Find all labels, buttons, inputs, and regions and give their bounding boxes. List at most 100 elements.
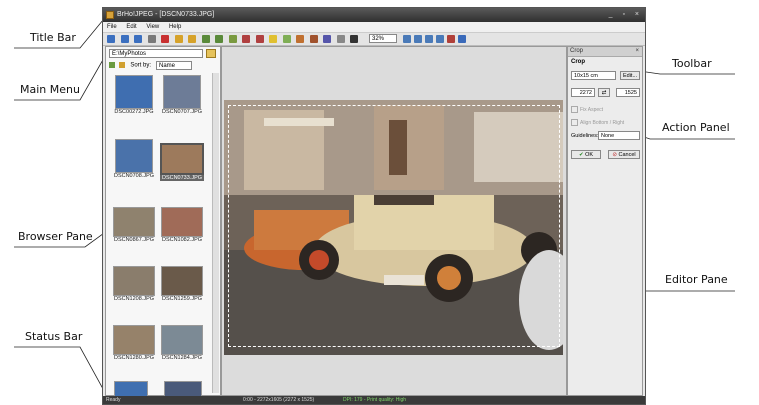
refresh-icon[interactable] [109, 62, 115, 68]
menu-edit[interactable]: Edit [122, 22, 140, 32]
color-icon[interactable] [296, 35, 304, 43]
rotate-left-icon[interactable] [174, 35, 183, 43]
guidelines-select[interactable]: None [598, 131, 640, 140]
thumbnail-label: DSCN1284.JPG [161, 355, 203, 361]
ok-button-label: OK [585, 152, 594, 158]
browser-scrollbar[interactable] [212, 73, 219, 393]
zoom-out-icon[interactable] [414, 35, 422, 43]
window-controls[interactable]: _ ▫ × [609, 8, 643, 22]
thumbnail-partial[interactable] [164, 381, 202, 397]
zoom-select[interactable]: 32% [369, 34, 397, 43]
thumbnail-label: DSCN0867.JPG [113, 237, 155, 243]
brightness-icon[interactable] [282, 35, 291, 43]
callout-main-menu: Main Menu [20, 83, 80, 96]
height-input[interactable]: 1525 [616, 88, 640, 97]
thumbnail[interactable]: DSCN1082.JPG [160, 207, 204, 243]
thumbnail[interactable]: DSC00272.JPG [112, 75, 156, 115]
thumbnail-image [163, 75, 201, 109]
thumbnail-label: DSCN0733.JPG [160, 175, 204, 181]
title-bar: BrHo!JPEG - [DSCN0733.JPG] _ ▫ × [103, 8, 645, 22]
thumbnail[interactable]: DSCN1208.JPG [112, 266, 156, 302]
toolbar: 32% [103, 33, 645, 46]
callout-status-bar: Status Bar [25, 330, 83, 343]
open-icon[interactable] [107, 35, 115, 43]
thumbnail[interactable]: DSCN0707.JPG [160, 75, 204, 115]
print-icon[interactable] [147, 35, 156, 43]
fix-aspect-checkbox[interactable]: Fix Aspect [571, 106, 603, 113]
red-eye-icon[interactable] [242, 35, 250, 43]
save-icon[interactable] [120, 35, 129, 43]
thumbnail-label: DSCN1280.JPG [113, 355, 155, 361]
callout-editor-pane: Editor Pane [665, 273, 728, 286]
callout-action-panel: Action Panel [662, 121, 730, 134]
thumbnail-selected[interactable]: DSCN0733.JPG [160, 143, 204, 181]
thumbnail[interactable]: DSCN1280.JPG [112, 325, 156, 361]
thumbnail[interactable]: DSCN0708.JPG [112, 139, 156, 179]
actual-size-icon[interactable] [436, 35, 444, 43]
menu-help[interactable]: Help [165, 22, 185, 32]
fit-icon[interactable] [425, 35, 433, 43]
callout-toolbar: Toolbar [672, 57, 712, 70]
thumbnail-partial[interactable] [114, 381, 148, 397]
thumbnail-image [113, 207, 155, 237]
ok-button[interactable]: ✔ OK [571, 150, 601, 159]
app-icon [106, 11, 114, 19]
guidelines-label: Guidelines: [571, 133, 599, 139]
app-window: BrHo!JPEG - [DSCN0733.JPG] _ ▫ × File Ed… [102, 7, 646, 405]
thumbnail-image [160, 143, 204, 175]
thumbnail-image [161, 325, 203, 355]
window-title: BrHo!JPEG - [DSCN0733.JPG] [117, 11, 215, 18]
edit-button[interactable]: Edit... [620, 71, 640, 80]
close-icon[interactable]: × [635, 47, 639, 56]
thumbnail-label: DSCN1208.JPG [113, 296, 155, 302]
browser-pane: E:\MyPhotos Sort by: Name DSC00272.JPG D… [105, 46, 221, 397]
cancel-icon: ⊘ [612, 152, 617, 158]
width-input[interactable]: 2272 [571, 88, 595, 97]
redo-icon[interactable] [269, 35, 277, 43]
thumbnail-label: DSCN0707.JPG [161, 109, 203, 115]
undo-icon[interactable] [255, 35, 264, 43]
thumbnail-label: DSCN1082.JPG [161, 237, 203, 243]
thumbnail-image [113, 266, 155, 296]
thumbnail-image [161, 207, 203, 237]
crop-frame[interactable] [228, 105, 560, 347]
thumbnail[interactable]: DSCN1259.JPG [160, 266, 204, 302]
help-icon[interactable] [458, 35, 466, 43]
star-icon[interactable] [118, 62, 125, 68]
flip-icon[interactable] [201, 35, 210, 43]
thumbnail-image [115, 139, 153, 173]
sharpen-icon[interactable] [309, 35, 318, 43]
menu-file[interactable]: File [103, 22, 121, 32]
callout-title-bar: Title Bar [30, 31, 76, 44]
resize-icon[interactable] [228, 35, 237, 43]
sort-select[interactable]: Name [156, 61, 192, 70]
cancel-button[interactable]: ⊘ Cancel [608, 150, 640, 159]
save-as-icon[interactable] [134, 35, 142, 43]
rotate-right-icon[interactable] [188, 35, 196, 43]
main-menu: File Edit View Help [103, 22, 645, 33]
menu-view[interactable]: View [142, 22, 163, 32]
thumbnail-image [115, 75, 153, 109]
align-checkbox[interactable]: Align Bottom / Right [571, 119, 624, 126]
sort-label: Sort by: [130, 62, 152, 69]
panel-header: Crop × [568, 47, 642, 57]
thumbnail-label: DSCN1259.JPG [161, 296, 203, 302]
thumbnail[interactable]: DSCN1284.JPG [160, 325, 204, 361]
text-icon[interactable] [350, 35, 358, 43]
size-preset-select[interactable]: 10x15 cm [571, 71, 616, 80]
panel-section-title: Crop [571, 59, 585, 65]
align-label: Align Bottom / Right [580, 119, 625, 126]
zoom-in-icon[interactable] [403, 35, 411, 43]
swap-icon[interactable]: ⇄ [598, 88, 610, 97]
cancel-button-label: Cancel [618, 152, 636, 158]
frame-icon[interactable] [336, 35, 345, 43]
effects-icon[interactable] [323, 35, 331, 43]
folder-path-select[interactable]: E:\MyPhotos [109, 49, 203, 58]
thumbnail-label: DSC00272.JPG [114, 109, 154, 115]
delete-icon[interactable] [161, 35, 169, 43]
action-panel: Crop × Crop 10x15 cm Edit... 2272 ⇄ 1525 … [567, 46, 643, 396]
settings-icon[interactable] [447, 35, 455, 43]
crop-icon[interactable] [215, 35, 223, 43]
folder-icon[interactable] [206, 49, 216, 58]
thumbnail[interactable]: DSCN0867.JPG [112, 207, 156, 243]
